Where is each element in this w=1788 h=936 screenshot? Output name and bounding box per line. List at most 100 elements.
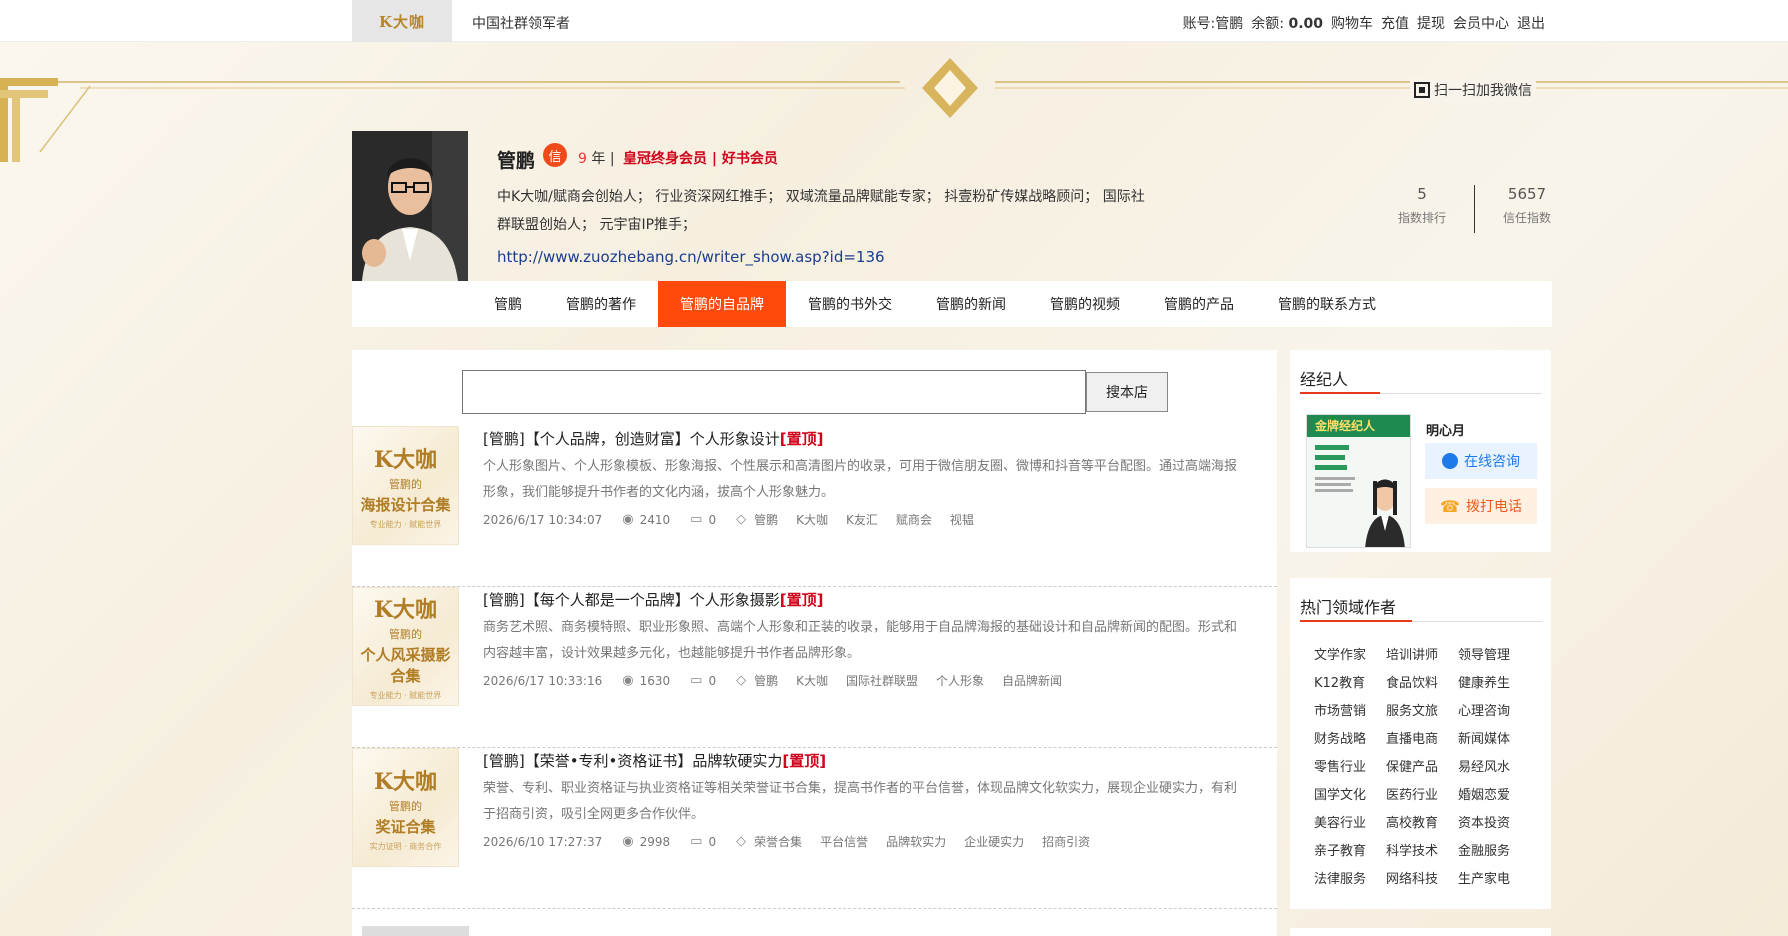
article-title[interactable]: [管鹏]【个人品牌，创造财富】个人形象设计[置顶] <box>483 428 823 449</box>
tag-icon: ◇ <box>736 834 747 849</box>
field-link[interactable]: 新闻媒体 <box>1458 728 1530 747</box>
agent-panel-title: 经纪人 <box>1300 370 1349 389</box>
stat-trust: 5657 信任指数 <box>1502 185 1551 225</box>
phone-icon: ☎ <box>1440 496 1460 516</box>
agent-poster[interactable]: 金牌经纪人 <box>1306 414 1411 548</box>
field-link[interactable]: 科学技术 <box>1386 840 1458 859</box>
wechat-qr-button[interactable]: 扫一扫加我微信 <box>1410 78 1536 102</box>
article-tag[interactable]: 招商引资 <box>1042 833 1090 850</box>
article-tag[interactable]: K友汇 <box>846 511 878 528</box>
article-item[interactable]: K大咖 管鹏的 奖证合集 实力证明 · 商务合作 [管鹏]【荣誉•专利•资格证书… <box>352 748 1277 909</box>
article-desc: 个人形象图片、个人形象模板、形象海报、个性展示和高清图片的收录，可用于微信朋友圈… <box>483 459 1238 500</box>
title-underline <box>1300 620 1542 622</box>
member-years: 9 年 | <box>578 151 615 167</box>
balance: 余额: 0.00 <box>1251 16 1323 32</box>
withdraw-link[interactable]: 提现 <box>1417 13 1445 33</box>
field-link[interactable]: 婚姻恋爱 <box>1458 784 1530 803</box>
search-input[interactable] <box>462 370 1086 414</box>
qr-button-label: 扫一扫加我微信 <box>1434 83 1532 99</box>
field-link[interactable]: 亲子教育 <box>1314 840 1386 859</box>
article-tag[interactable]: 个人形象 <box>936 672 984 689</box>
field-link[interactable]: 法律服务 <box>1314 868 1386 887</box>
field-link[interactable]: 金融服务 <box>1458 840 1530 859</box>
article-meta: 2026/6/17 10:33:16 ◉ 1630 ▭ 0 ◇ 管鹏 K大咖 国… <box>483 672 1062 689</box>
comment-icon: ▭ <box>690 512 703 527</box>
call-phone-button[interactable]: ☎ 拨打电话 <box>1425 488 1537 524</box>
article-tag[interactable]: 赋商会 <box>896 511 932 528</box>
article-desc: 荣誉、专利、职业资格证与执业资格证等相关荣誉证书合集，提高书作者的平台信誉，体现… <box>483 781 1238 822</box>
tab-works[interactable]: 管鹏的著作 <box>544 281 658 327</box>
site-logo[interactable]: K大咖 <box>352 0 452 42</box>
article-tag[interactable]: 视韫 <box>950 511 974 528</box>
eye-icon: ◉ <box>622 834 634 849</box>
cart-link[interactable]: 购物车 <box>1331 13 1373 33</box>
field-link[interactable]: 市场营销 <box>1314 700 1386 719</box>
field-link[interactable]: 保健产品 <box>1386 756 1458 775</box>
article-tag[interactable]: 企业硬实力 <box>964 833 1024 850</box>
svg-text:金牌经纪人: 金牌经纪人 <box>1314 418 1376 433</box>
search-store-button[interactable]: 搜本店 <box>1086 372 1168 412</box>
article-thumbnail[interactable]: K大咖 管鹏的 个人风采摄影合集 专业能力 · 赋能世界 <box>352 587 459 706</box>
article-tag[interactable]: 品牌软实力 <box>886 833 946 850</box>
balance-value: 0.00 <box>1288 16 1323 32</box>
field-link[interactable]: 文学作家 <box>1314 644 1386 663</box>
article-tag[interactable]: 平台信誉 <box>820 833 868 850</box>
field-link[interactable]: 直播电商 <box>1386 728 1458 747</box>
profile-url-link[interactable]: http://www.zuozhebang.cn/writer_show.asp… <box>497 248 885 266</box>
field-link[interactable]: 高校教育 <box>1386 812 1458 831</box>
field-link[interactable]: 美容行业 <box>1314 812 1386 831</box>
online-consult-button[interactable]: 在线咨询 <box>1425 443 1537 479</box>
tab-home[interactable]: 管鹏 <box>472 281 544 327</box>
article-date: 2026/6/17 10:34:07 <box>483 512 603 527</box>
field-link[interactable]: 财务战略 <box>1314 728 1386 747</box>
comment-icon: ▭ <box>690 834 703 849</box>
tab-products[interactable]: 管鹏的产品 <box>1142 281 1256 327</box>
field-link[interactable]: 国学文化 <box>1314 784 1386 803</box>
article-tag[interactable]: 管鹏 <box>754 672 778 689</box>
field-link[interactable]: 资本投资 <box>1458 812 1530 831</box>
field-link[interactable]: K12教育 <box>1314 672 1386 691</box>
account-name-link[interactable]: 管鹏 <box>1215 16 1243 32</box>
tab-contact[interactable]: 管鹏的联系方式 <box>1256 281 1398 327</box>
member-center-link[interactable]: 会员中心 <box>1453 13 1509 33</box>
field-link[interactable]: 食品饮料 <box>1386 672 1458 691</box>
tab-book-diplomacy[interactable]: 管鹏的书外交 <box>786 281 914 327</box>
field-link[interactable]: 网络科技 <box>1386 868 1458 887</box>
field-link[interactable]: 健康养生 <box>1458 672 1530 691</box>
field-link[interactable]: 零售行业 <box>1314 756 1386 775</box>
field-link[interactable]: 服务文旅 <box>1386 700 1458 719</box>
tab-self-brand[interactable]: 管鹏的自品牌 <box>658 281 786 327</box>
profile-bio: 中K大咖/赋商会创始人； 行业资深网红推手； 双域流量品牌赋能专家； 抖壹粉矿传… <box>497 189 1145 233</box>
field-link[interactable]: 生产家电 <box>1458 868 1530 887</box>
article-thumbnail-partial[interactable] <box>362 926 469 936</box>
tab-news[interactable]: 管鹏的新闻 <box>914 281 1028 327</box>
field-link[interactable]: 医药行业 <box>1386 784 1458 803</box>
field-link[interactable]: 领导管理 <box>1458 644 1530 663</box>
article-tag[interactable]: K大咖 <box>796 511 828 528</box>
comment-count: 0 <box>708 834 717 849</box>
qr-code-icon <box>1414 82 1430 98</box>
account-label: 账号:管鹏 <box>1182 16 1244 32</box>
article-item[interactable]: K大咖 管鹏的 海报设计合集 专业能力 · 赋能世界 [管鹏]【个人品牌，创造财… <box>352 426 1277 587</box>
article-title[interactable]: [管鹏]【荣誉•专利•资格证书】品牌软硬实力[置顶] <box>483 750 826 771</box>
tab-videos[interactable]: 管鹏的视频 <box>1028 281 1142 327</box>
field-link[interactable]: 培训讲师 <box>1386 644 1458 663</box>
article-tag[interactable]: 国际社群联盟 <box>846 672 918 689</box>
field-link[interactable]: 心理咨询 <box>1458 700 1530 719</box>
article-tag[interactable]: K大咖 <box>796 672 828 689</box>
hot-fields-list: 文学作家 培训讲师 领导管理 K12教育 食品饮料 健康养生 市场营销 服务文旅… <box>1314 644 1544 887</box>
field-link[interactable]: 易经风水 <box>1458 756 1530 775</box>
article-tag[interactable]: 管鹏 <box>754 511 778 528</box>
article-item[interactable]: K大咖 管鹏的 个人风采摄影合集 专业能力 · 赋能世界 [管鹏]【每个人都是一… <box>352 587 1277 748</box>
article-title[interactable]: [管鹏]【每个人都是一个品牌】个人形象摄影[置顶] <box>483 589 823 610</box>
article-tag[interactable]: 荣誉合集 <box>754 833 802 850</box>
recharge-link[interactable]: 充值 <box>1381 13 1409 33</box>
article-thumbnail[interactable]: K大咖 管鹏的 奖证合集 实力证明 · 商务合作 <box>352 748 459 867</box>
article-date: 2026/6/10 17:27:37 <box>483 834 603 849</box>
article-tag[interactable]: 自品牌新闻 <box>1002 672 1062 689</box>
chat-bubble-icon <box>1442 453 1458 469</box>
article-thumbnail[interactable]: K大咖 管鹏的 海报设计合集 专业能力 · 赋能世界 <box>352 426 459 545</box>
view-count: 1630 <box>639 673 671 688</box>
logout-link[interactable]: 退出 <box>1517 13 1545 33</box>
profile-name: 管鹏 <box>497 150 536 172</box>
